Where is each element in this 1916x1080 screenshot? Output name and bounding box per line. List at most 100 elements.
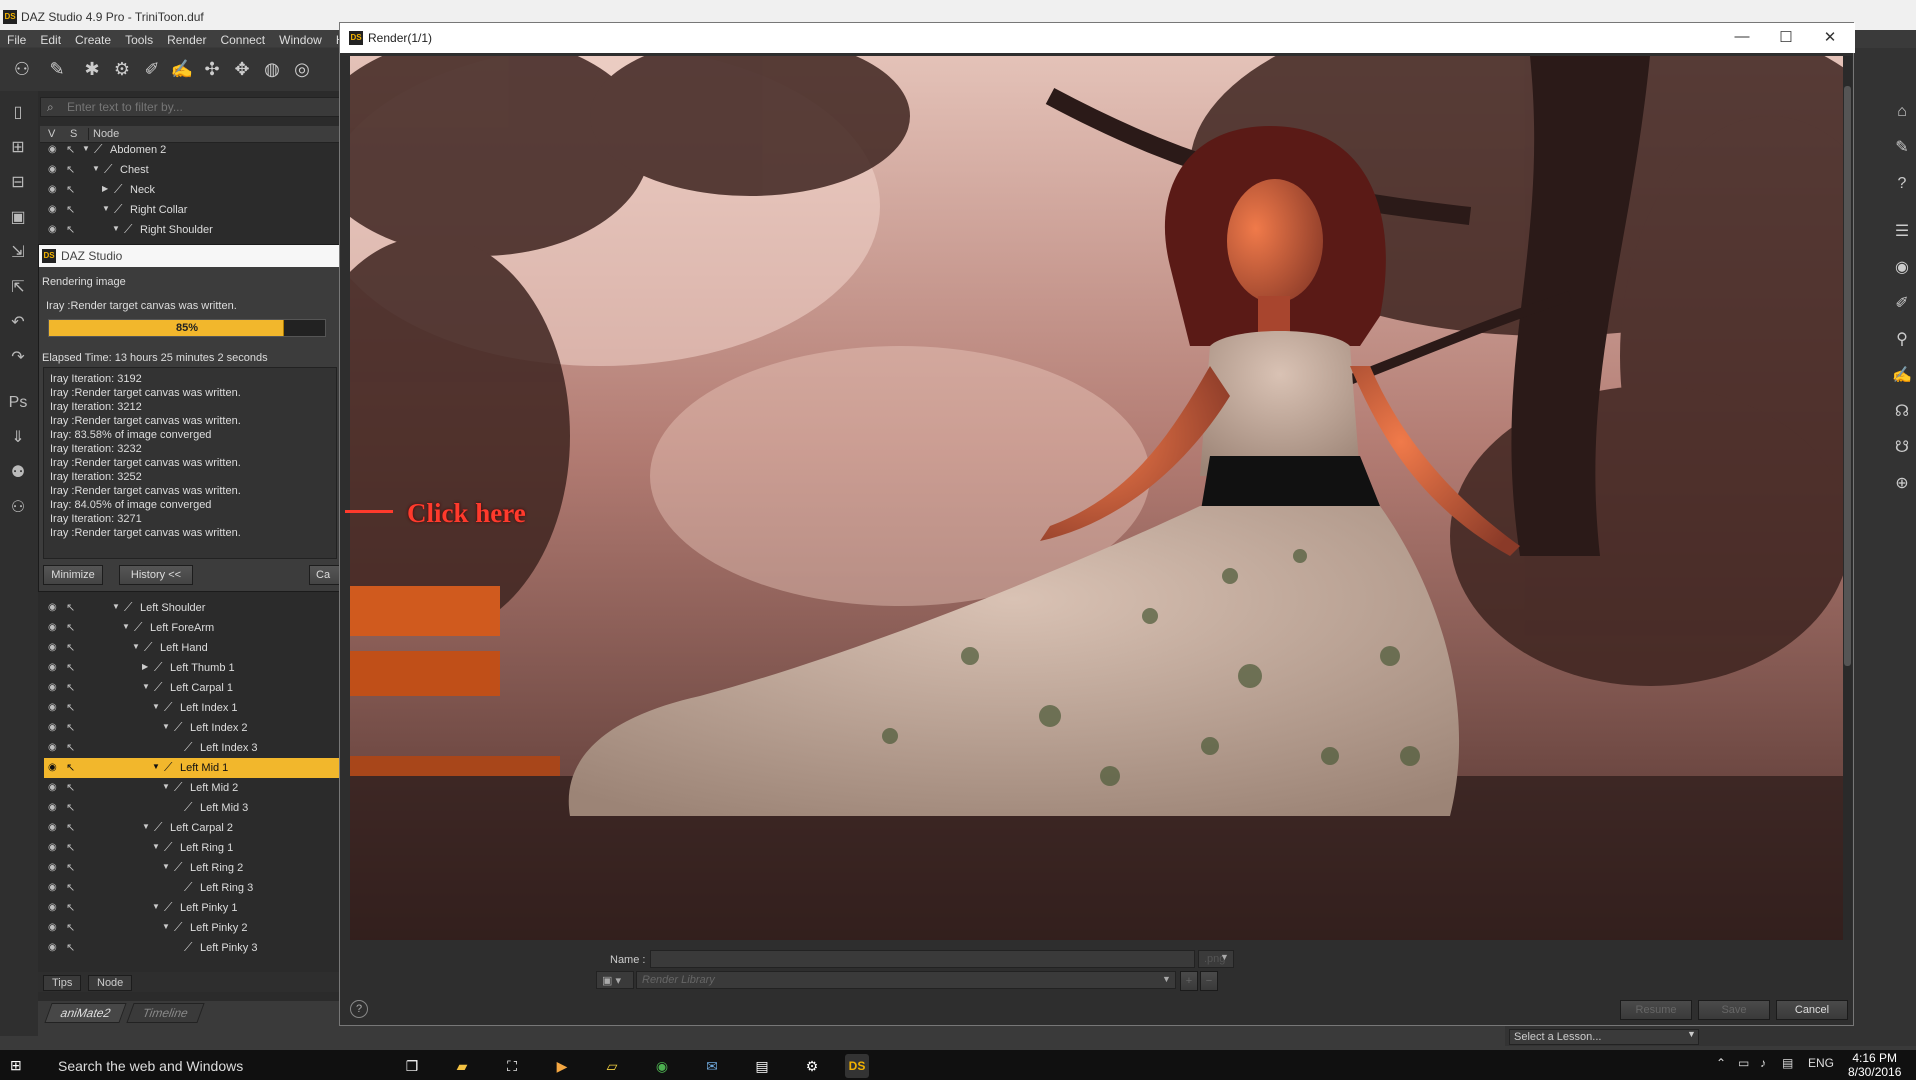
scene-tree-row[interactable]: ◉ ↖ ▼ ⟋ Left Pinky 2: [44, 918, 340, 938]
eye-icon[interactable]: ◉: [48, 862, 62, 874]
save-icon[interactable]: ▣: [6, 206, 30, 230]
new-scene-icon[interactable]: ▯: [6, 101, 30, 125]
eye-icon[interactable]: ◉: [48, 822, 62, 834]
selectable-pointer-icon[interactable]: ↖: [66, 621, 80, 635]
scene-tree-row[interactable]: ◉ ↖ ▼ ⟋ Right Shoulder: [44, 220, 340, 240]
chevron-down-icon[interactable]: ▼: [1687, 1029, 1696, 1039]
help-icon[interactable]: ?: [1890, 172, 1914, 196]
selectable-pointer-icon[interactable]: ↖: [66, 801, 80, 815]
scene-tree-row[interactable]: ◉ ↖ ▼ ⟋ Left Mid 1: [44, 758, 340, 778]
scene-filter-input[interactable]: [67, 99, 337, 115]
close-window-icon[interactable]: ✕: [1815, 28, 1845, 46]
collapse-arrow-icon[interactable]: ▼: [112, 602, 120, 611]
tab-timeline[interactable]: Timeline: [126, 1003, 205, 1023]
eye-icon[interactable]: ◉: [48, 184, 62, 196]
scene-tree-row[interactable]: ◉ ↖ ▼ ⟋ Chest: [44, 160, 340, 180]
cancel-button[interactable]: Cancel: [1776, 1000, 1848, 1020]
library-icon[interactable]: ▣ ▾: [596, 971, 634, 989]
steam-icon[interactable]: ⚙: [800, 1054, 824, 1078]
selectable-pointer-icon[interactable]: ↖: [66, 163, 80, 177]
eye-icon[interactable]: ◉: [48, 842, 62, 854]
scene-tree-row[interactable]: ◉ ↖ ⟋ Left Pinky 3: [44, 938, 340, 958]
selectable-pointer-icon[interactable]: ↖: [66, 861, 80, 875]
content-icon[interactable]: ☋: [1890, 436, 1914, 460]
selectable-pointer-icon[interactable]: ↖: [66, 881, 80, 895]
rotate-tool-icon[interactable]: ⚙: [110, 57, 134, 81]
morph-icon[interactable]: ☊: [1890, 400, 1914, 424]
scene-tree-row[interactable]: ◉ ↖ ▼ ⟋ Left Mid 2: [44, 778, 340, 798]
collapse-arrow-icon[interactable]: ▼: [142, 682, 150, 691]
scene-tree-row[interactable]: ◉ ↖ ▶ ⟋ Neck: [44, 180, 340, 200]
eye-icon[interactable]: ◉: [48, 902, 62, 914]
eye-icon[interactable]: ◉: [48, 662, 62, 674]
collapse-arrow-icon[interactable]: ▼: [152, 762, 160, 771]
selectable-pointer-icon[interactable]: ↖: [66, 681, 80, 695]
lesson-select[interactable]: Select a Lesson...: [1509, 1029, 1699, 1045]
node-weight-tool-icon[interactable]: ✱: [80, 57, 104, 81]
eye-icon[interactable]: ◉: [48, 762, 62, 774]
collapse-arrow-icon[interactable]: ▼: [112, 224, 120, 233]
collapse-arrow-icon[interactable]: ▼: [122, 622, 130, 631]
surface-tool-icon[interactable]: ◍: [260, 57, 284, 81]
cancel-render-button[interactable]: Ca: [309, 565, 343, 585]
render-canvas[interactable]: [350, 56, 1843, 940]
scene-tree-row[interactable]: ◉ ↖ ▼ ⟋ Left Carpal 1: [44, 678, 340, 698]
eye-icon[interactable]: ◉: [48, 802, 62, 814]
eye-icon[interactable]: ◉: [48, 622, 62, 634]
collapse-arrow-icon[interactable]: ▼: [92, 164, 100, 173]
export-icon[interactable]: ⇱: [6, 276, 30, 300]
pose-tool-icon[interactable]: ✐: [140, 57, 164, 81]
expand-arrow-icon[interactable]: ▶: [142, 662, 148, 671]
photoshop-bridge-icon[interactable]: Ps: [6, 391, 30, 415]
selectable-pointer-icon[interactable]: ↖: [66, 741, 80, 755]
render-library-select[interactable]: Render Library: [636, 971, 1176, 989]
selectable-pointer-icon[interactable]: ↖: [66, 821, 80, 835]
action-center-icon[interactable]: ▤: [1782, 1056, 1793, 1070]
collapse-arrow-icon[interactable]: ▼: [162, 782, 170, 791]
universal-tool-icon[interactable]: ✎: [45, 57, 69, 81]
maximize-window-icon[interactable]: ☐: [1771, 28, 1801, 46]
eye-icon[interactable]: ◉: [48, 144, 62, 156]
scrollbar-thumb[interactable]: [1844, 86, 1851, 666]
selectable-pointer-icon[interactable]: ↖: [66, 781, 80, 795]
node-column-header[interactable]: Node: [88, 128, 119, 140]
lights-icon[interactable]: ⚲: [1890, 328, 1914, 352]
selectable-pointer-icon[interactable]: ↖: [66, 143, 80, 157]
scene-tree-row[interactable]: ◉ ↖ ▼ ⟋ Left ForeArm: [44, 618, 340, 638]
thunderbird-icon[interactable]: ✉: [700, 1054, 724, 1078]
eye-icon[interactable]: ◉: [48, 642, 62, 654]
scene-tree-row[interactable]: ◉ ↖ ⟋ Left Index 3: [44, 738, 340, 758]
chevron-down-icon[interactable]: ▼: [1162, 974, 1171, 984]
selectable-pointer-icon[interactable]: ↖: [66, 601, 80, 615]
collapse-arrow-icon[interactable]: ▼: [162, 862, 170, 871]
daz-store-icon[interactable]: ⌂: [1890, 100, 1914, 124]
eye-icon[interactable]: ◉: [48, 922, 62, 934]
eye-icon[interactable]: ◉: [48, 742, 62, 754]
tray-chevron-icon[interactable]: ⌃: [1716, 1056, 1726, 1070]
scene-tree-row[interactable]: ◉ ↖ ▼ ⟋ Left Hand: [44, 638, 340, 658]
selectable-pointer-icon[interactable]: ↖: [66, 223, 80, 237]
scene-tree-row[interactable]: ◉ ↖ ▼ ⟋ Right Collar: [44, 200, 340, 220]
collapse-arrow-icon[interactable]: ▼: [132, 642, 140, 651]
expand-arrow-icon[interactable]: ▶: [102, 184, 108, 193]
eye-icon[interactable]: ◉: [48, 722, 62, 734]
render-canvas-scrollbar[interactable]: [1843, 56, 1852, 940]
collapse-arrow-icon[interactable]: ▼: [152, 902, 160, 911]
layout-icon[interactable]: ☰: [1890, 220, 1914, 244]
selectable-pointer-icon[interactable]: ↖: [66, 841, 80, 855]
scene-tree-row[interactable]: ◉ ↖ ▶ ⟋ Left Thumb 1: [44, 658, 340, 678]
selectable-pointer-icon[interactable]: ↖: [66, 901, 80, 915]
visible-column-header[interactable]: V: [48, 128, 55, 140]
taskbar-search[interactable]: Search the web and Windows: [58, 1058, 243, 1074]
environment-icon[interactable]: ⊕: [1890, 472, 1914, 496]
selectable-pointer-icon[interactable]: ↖: [66, 921, 80, 935]
eye-icon[interactable]: ◉: [48, 204, 62, 216]
collapse-arrow-icon[interactable]: ▼: [152, 702, 160, 711]
store-icon[interactable]: ⛶: [500, 1054, 524, 1078]
eye-icon[interactable]: ◉: [48, 224, 62, 236]
media-icon[interactable]: ▶: [550, 1054, 574, 1078]
render-log[interactable]: Iray Iteration: 3192 Iray :Render target …: [43, 367, 337, 559]
undo-icon[interactable]: ↶: [6, 311, 30, 335]
taskbar-clock[interactable]: 4:16 PM 8/30/2016: [1848, 1051, 1901, 1079]
redo-icon[interactable]: ↷: [6, 346, 30, 370]
